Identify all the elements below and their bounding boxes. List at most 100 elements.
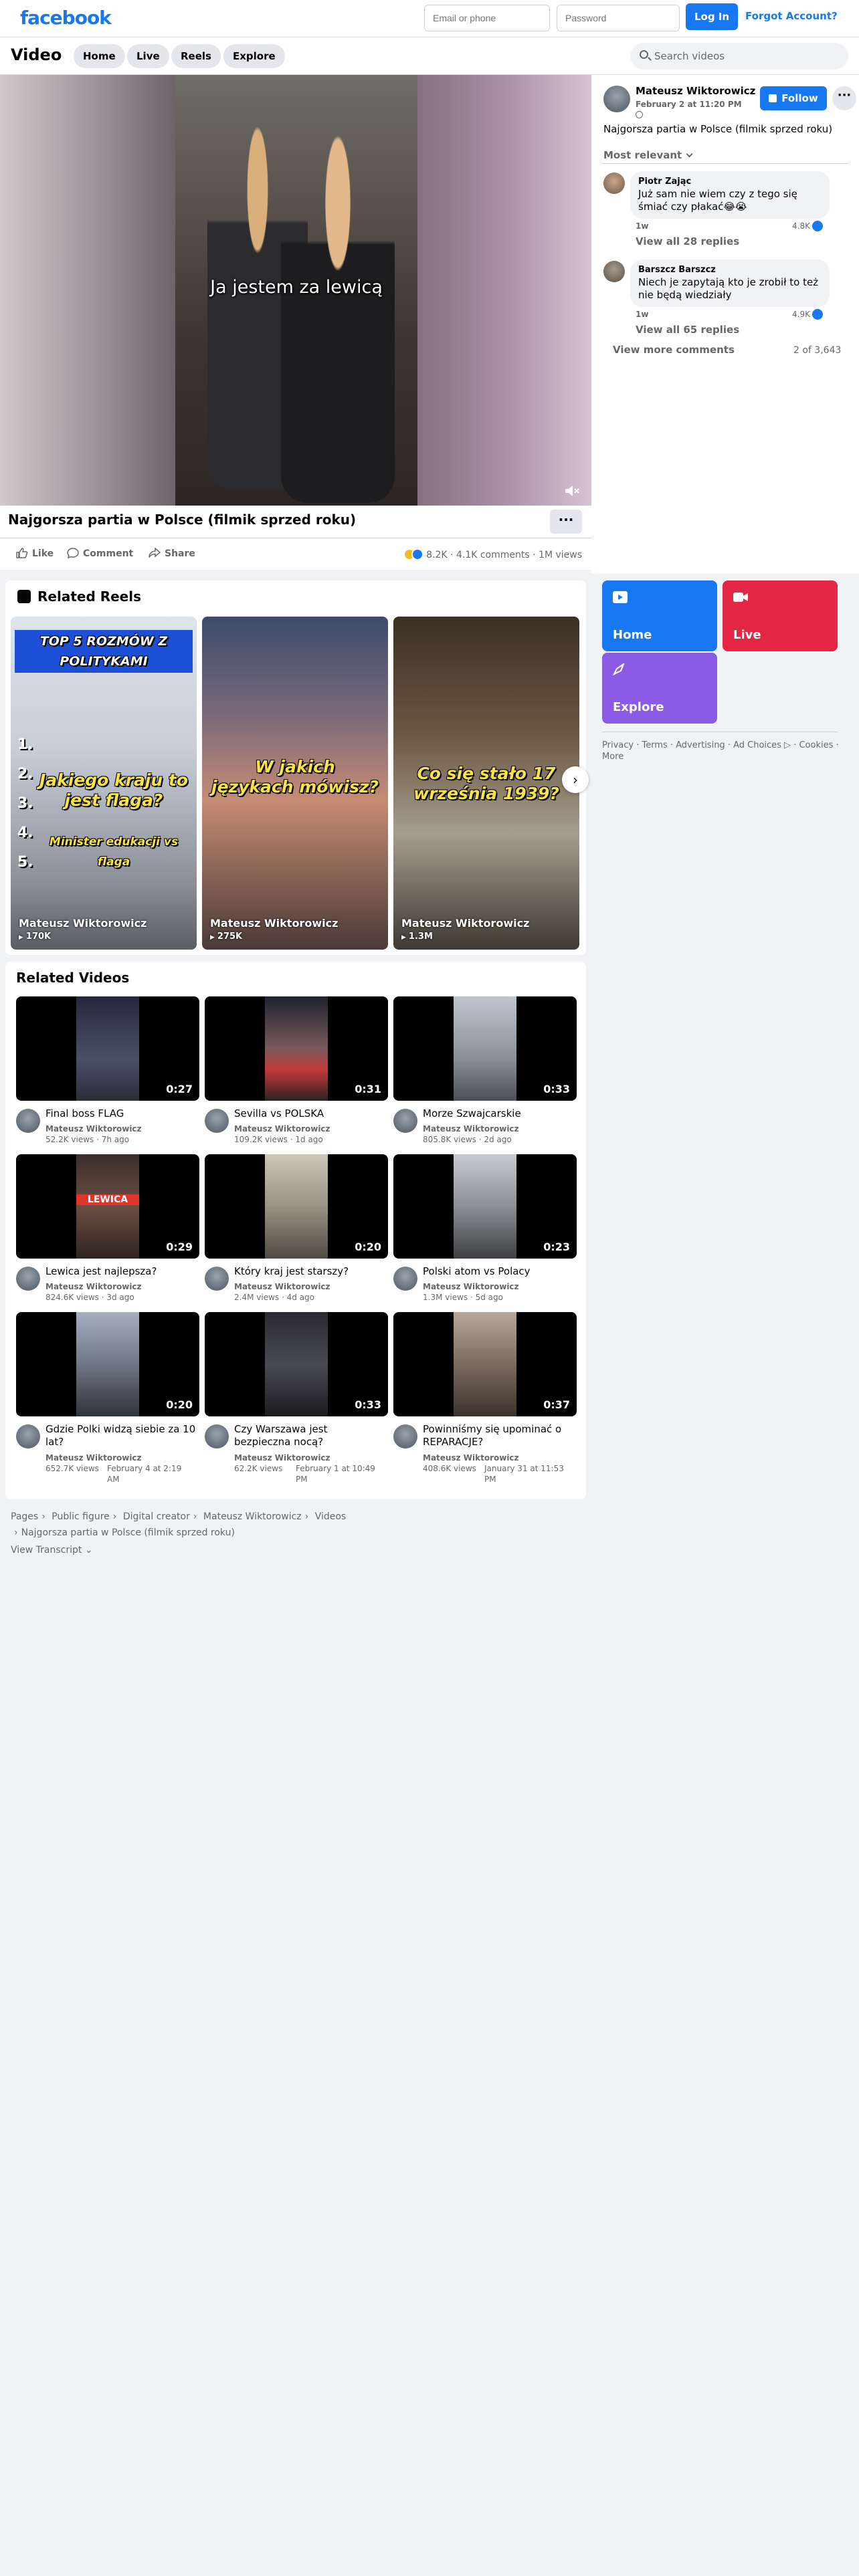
video-card-title[interactable]: Polski atom vs Polacy [423, 1265, 574, 1278]
tab-home[interactable]: Home [74, 44, 125, 68]
login-button[interactable]: Log In [686, 3, 738, 30]
more-options-button[interactable]: ··· [550, 510, 582, 534]
video-card[interactable]: 0:20 Gdzie Polki widzą siebie za 10 lat? M… [16, 1312, 199, 1486]
video-card-title[interactable]: Powinniśmy się upominać o REPARACJE? [423, 1423, 574, 1448]
comments-pagination-count: 2 of 3,643 [793, 345, 842, 356]
video-card-title[interactable]: Final boss FLAG [45, 1107, 197, 1120]
video-card-title[interactable]: Gdzie Polki widzą siebie za 10 lat? [45, 1423, 197, 1448]
video-card-author[interactable]: Mateusz Wiktorowicz [234, 1281, 330, 1292]
sidenav-live-tile[interactable]: Live [723, 580, 838, 651]
video-card-author[interactable]: Mateusz Wiktorowicz [423, 1123, 519, 1134]
tab-explore[interactable]: Explore [223, 44, 285, 68]
comment-bubble: Barszcz Barszcz Niech je zapytają kto je… [630, 259, 830, 307]
video-card[interactable]: 0:31 Sevilla vs POLSKA Mateusz Wiktorowicz… [205, 996, 388, 1150]
author-avatar[interactable] [16, 1109, 40, 1133]
video-card[interactable]: LEWICA 0:29 Lewica jest najlepsza? Mateusz … [16, 1154, 199, 1308]
view-replies-link[interactable]: View all 65 replies [636, 324, 739, 336]
comment-sort-dropdown[interactable]: Most relevant [603, 149, 693, 161]
author-avatar[interactable] [205, 1267, 229, 1291]
view-replies-link[interactable]: View all 28 replies [636, 235, 739, 247]
tab-reels[interactable]: Reels [171, 44, 221, 68]
author-avatar[interactable] [393, 1109, 417, 1133]
commenter-name[interactable]: Piotr Zając [638, 177, 822, 187]
share-button[interactable]: Share [149, 548, 195, 559]
view-transcript-link[interactable]: View Transcript ⌄ [11, 1545, 93, 1555]
video-card-author[interactable]: Mateusz Wiktorowicz [45, 1453, 142, 1463]
chevron-right-icon[interactable]: › [562, 766, 589, 793]
breadcrumb-item[interactable]: Digital creator [123, 1511, 190, 1522]
footer-links[interactable]: Privacy · Terms · Advertising · Ad Choic… [602, 740, 843, 762]
author-avatar[interactable] [16, 1267, 40, 1291]
video-duration: 0:37 [543, 1398, 570, 1411]
forgot-account-link[interactable]: Forgot Account? [745, 10, 838, 22]
tab-live[interactable]: Live [127, 44, 169, 68]
video-card-title[interactable]: Czy Warszawa jest bezpieczna nocą? [234, 1423, 385, 1448]
comment-likes[interactable]: 4.9K [792, 309, 823, 320]
author-avatar[interactable] [205, 1424, 229, 1448]
view-more-comments-link[interactable]: View more comments [613, 344, 735, 356]
author-avatar[interactable] [393, 1267, 417, 1291]
comment-time[interactable]: 1w [636, 310, 648, 319]
reel-card[interactable]: TOP 5 ROZMÓW Z POLITYKAMI 1. 2. 3. 4. 5. Jak… [11, 617, 197, 950]
video-card-views: 824.6K views · 3d ago [45, 1293, 134, 1302]
video-card-title[interactable]: Morze Szwajcarskie [423, 1107, 574, 1120]
video-player[interactable]: Ja jestem za lewicą [0, 75, 591, 506]
video-card-author[interactable]: Mateusz Wiktorowicz [234, 1453, 330, 1463]
sidenav-home-tile[interactable]: Home [602, 580, 717, 651]
video-thumbnail[interactable]: 0:31 [205, 996, 388, 1101]
post-date[interactable]: February 2 at 11:20 PM [636, 100, 742, 109]
video-card-title[interactable]: Sevilla vs POLSKA [234, 1107, 385, 1120]
mute-icon[interactable] [564, 484, 580, 498]
breadcrumb-item[interactable]: Pages [11, 1511, 38, 1522]
breadcrumb-item[interactable]: Najgorsza partia w Polsce (filmik sprzed… [21, 1527, 235, 1538]
video-card-title[interactable]: Który kraj jest starszy? [234, 1265, 385, 1278]
video-thumbnail[interactable]: 0:33 [205, 1312, 388, 1416]
video-card-author[interactable]: Mateusz Wiktorowicz [423, 1281, 519, 1292]
breadcrumb-item[interactable]: Mateusz Wiktorowicz [203, 1511, 302, 1522]
author-avatar[interactable] [16, 1424, 40, 1448]
post-menu-button[interactable]: ··· [832, 86, 856, 110]
facebook-logo[interactable]: facebook [20, 7, 112, 29]
author-avatar[interactable] [205, 1109, 229, 1133]
comment-likes[interactable]: 4.8K [792, 221, 823, 231]
comments-count[interactable]: 4.1K comments [456, 550, 530, 560]
commenter-avatar[interactable] [603, 173, 625, 194]
video-thumbnail[interactable]: LEWICA 0:29 [16, 1154, 199, 1259]
video-thumbnail[interactable]: 0:20 [205, 1154, 388, 1259]
commenter-avatar[interactable] [603, 261, 625, 282]
video-card[interactable]: 0:37 Powinniśmy się upominać o REPARACJE?… [393, 1312, 577, 1486]
video-card[interactable]: 0:33 Morze Szwajcarskie Mateusz Wiktorowic… [393, 996, 577, 1150]
comment-button[interactable]: Comment [67, 548, 133, 559]
breadcrumb-item[interactable]: Videos [315, 1511, 347, 1522]
reel-card[interactable]: W jakich językach mówisz? Mateusz Wiktor… [202, 617, 388, 950]
video-card-author[interactable]: Mateusz Wiktorowicz [234, 1123, 330, 1134]
follow-button[interactable]: Follow [760, 86, 827, 110]
video-thumbnail[interactable]: 0:37 [393, 1312, 577, 1416]
author-avatar[interactable] [603, 86, 630, 112]
video-card[interactable]: 0:20 Który kraj jest starszy? Mateusz Wikt… [205, 1154, 388, 1308]
reactions-count[interactable]: 8.2K [426, 550, 447, 560]
author-avatar[interactable] [393, 1424, 417, 1448]
video-search-input[interactable]: Search videos [630, 43, 848, 70]
video-thumbnail[interactable]: 0:33 [393, 996, 577, 1101]
video-card[interactable]: 0:33 Czy Warszawa jest bezpieczna nocą? Ma… [205, 1312, 388, 1486]
video-card-views: 62.2K views [234, 1464, 283, 1473]
breadcrumb-item[interactable]: Public figure [52, 1511, 110, 1522]
password-field[interactable] [557, 5, 680, 31]
video-card-author[interactable]: Mateusz Wiktorowicz [423, 1453, 519, 1463]
video-card-author[interactable]: Mateusz Wiktorowicz [45, 1123, 142, 1134]
commenter-name[interactable]: Barszcz Barszcz [638, 265, 822, 275]
email-field[interactable] [424, 5, 550, 31]
video-card-title[interactable]: Lewica jest najlepsza? [45, 1265, 197, 1278]
video-thumbnail[interactable]: 0:27 [16, 996, 199, 1101]
comment-time[interactable]: 1w [636, 221, 648, 231]
reel-card[interactable]: Co się stało 17 września 1939? Mateusz W… [393, 617, 579, 950]
like-button[interactable]: Like [16, 548, 54, 559]
video-thumbnail[interactable]: 0:23 [393, 1154, 577, 1259]
author-name[interactable]: Mateusz Wiktorowicz [636, 85, 755, 97]
video-card[interactable]: 0:23 Polski atom vs Polacy Mateusz Wiktoro… [393, 1154, 577, 1308]
video-card-author[interactable]: Mateusz Wiktorowicz [45, 1281, 142, 1292]
video-thumbnail[interactable]: 0:20 [16, 1312, 199, 1416]
video-card[interactable]: 0:27 Final boss FLAG Mateusz Wiktorowicz 52… [16, 996, 199, 1150]
sidenav-explore-tile[interactable]: Explore [602, 653, 717, 724]
